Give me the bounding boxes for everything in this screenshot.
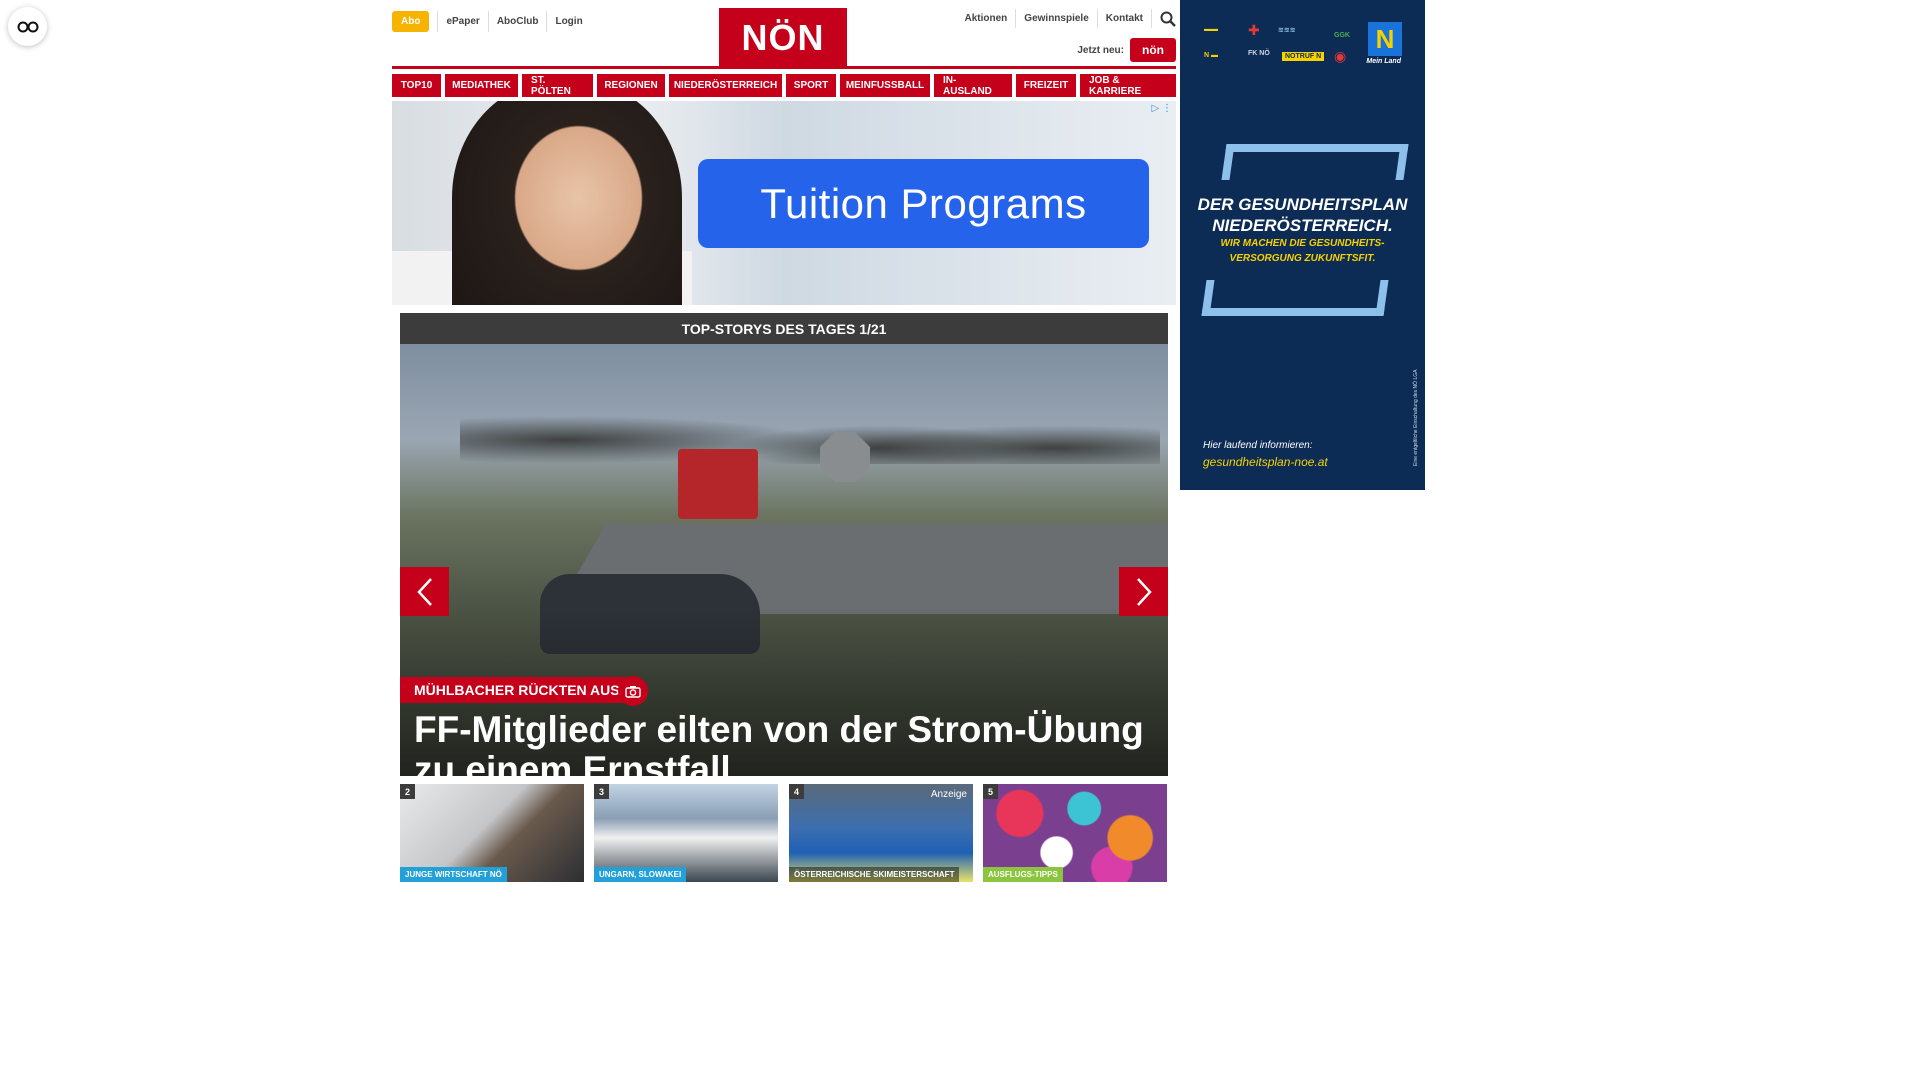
jetzt-neu: Jetzt neu: nön — [1077, 38, 1176, 62]
side-ad-subline-line1: WIR MACHEN DIE GESUNDHEITS- — [1220, 238, 1385, 249]
thumbnail-story-4[interactable]: 4 Anzeige ÖSTERREICHISCHE SKIMEISTERSCHA… — [789, 784, 973, 882]
camera-icon — [625, 685, 641, 698]
thumbnail-tag: JUNGE WIRTSCHAFT NÖ — [400, 867, 507, 882]
red-cross-icon: ✚ — [1248, 22, 1260, 38]
jetzt-neu-label: Jetzt neu: — [1077, 44, 1124, 56]
gewinnspiele-link[interactable]: Gewinnspiele — [1016, 9, 1098, 28]
side-ad-disclaimer: Eine entgeltliche Einschaltung des NÖ LG… — [1413, 369, 1419, 466]
anzeige-label: Anzeige — [930, 789, 967, 800]
gallery-button[interactable] — [618, 676, 648, 706]
thumbnail-tag: AUSFLUGS-TIPPS — [983, 867, 1063, 882]
top-stories-slider: TOP-STORYS DES TAGES 1/21 MÜHLBACHER RÜC… — [400, 313, 1168, 776]
thumbnail-tag: ÖSTERREICHISCHE SKIMEISTERSCHAFT — [789, 867, 960, 882]
adchoices-icon[interactable]: ▷ ⋮ — [1152, 103, 1172, 114]
nav-item-st-poelten[interactable]: ST. PÖLTEN — [522, 74, 593, 97]
nav-item-regionen[interactable]: REGIONEN — [597, 74, 665, 97]
right-nav: Aktionen Gewinnspiele Kontakt — [957, 9, 1176, 28]
side-ad-subline: WIR MACHEN DIE GESUNDHEITS- VERSORGUNG Z… — [1180, 236, 1425, 266]
notruf-logo: NOTRUF N — [1282, 52, 1325, 61]
thumbnail-story-3[interactable]: 3 UNGARN, SLOWAKEI — [594, 784, 778, 882]
site-logo[interactable]: NÖN — [719, 8, 847, 68]
abo-button[interactable]: Abo — [392, 11, 430, 32]
accessibility-glasses-icon — [17, 21, 38, 32]
side-ad-headline: DER GESUNDHEITSPLAN NIEDERÖSTERREICH. — [1180, 194, 1425, 236]
nav-item-freizeit[interactable]: FREIZEIT — [1016, 74, 1076, 97]
ad-person-image — [452, 101, 682, 305]
story-kicker[interactable]: MÜHLBACHER RÜCKTEN AUS — [400, 677, 634, 703]
story-thumbnails: 2 JUNGE WIRTSCHAFT NÖ 3 UNGARN, SLOWAKEI… — [400, 784, 1168, 882]
nav-item-meinfussball[interactable]: MEINFUSSBALL — [840, 74, 930, 97]
header-divider — [392, 66, 1176, 69]
accessibility-button[interactable] — [8, 7, 47, 46]
frame-decoration-bottom — [1201, 280, 1389, 316]
mini-noen-logo[interactable]: nön — [1130, 38, 1176, 62]
story-headline[interactable]: FF-Mitglieder eilten von der Strom-Übung… — [414, 710, 1154, 777]
kontakt-link[interactable]: Kontakt — [1098, 9, 1152, 28]
fk-noe-logo: FK NÖ — [1248, 50, 1270, 57]
photo-stop-sign — [820, 432, 870, 482]
chevron-right-icon — [1136, 577, 1152, 606]
nav-item-job-karriere[interactable]: JOB & KARRIERE — [1080, 74, 1176, 97]
top-story-image[interactable]: MÜHLBACHER RÜCKTEN AUS FF-Mitglieder eil… — [400, 344, 1168, 776]
slider-next-button[interactable] — [1119, 567, 1168, 616]
frame-decoration-top — [1221, 144, 1409, 180]
thumbnail-number: 3 — [594, 784, 609, 799]
nav-item-in-ausland[interactable]: IN-AUSLAND — [934, 74, 1012, 97]
search-button[interactable] — [1152, 11, 1176, 27]
thumbnail-number: 5 — [983, 784, 998, 799]
thumbnail-number: 4 — [789, 784, 804, 799]
thumbnail-number: 2 — [400, 784, 415, 799]
login-link[interactable]: Login — [546, 11, 590, 32]
slider-prev-button[interactable] — [400, 567, 449, 616]
partner-logo-5: N ▬ — [1204, 52, 1218, 59]
ad-cta-button[interactable]: Tuition Programs — [698, 159, 1149, 248]
noe-n-logo-icon: N — [1368, 22, 1402, 56]
nav-item-top10[interactable]: TOP10 — [392, 74, 441, 97]
aboclub-link[interactable]: AboClub — [487, 11, 547, 32]
top-nav: Abo ePaper AboClub Login — [392, 11, 591, 32]
partner-logo-3: ≋≋≋ — [1278, 27, 1296, 34]
search-icon — [1160, 11, 1176, 27]
thumbnail-story-2[interactable]: 2 JUNGE WIRTSCHAFT NÖ — [400, 784, 584, 882]
side-ad-headline-line2: NIEDERÖSTERREICH. — [1212, 216, 1393, 235]
epaper-link[interactable]: ePaper — [437, 11, 487, 32]
partner-logo-1: ▬▬ — [1204, 26, 1218, 33]
aktionen-link[interactable]: Aktionen — [957, 9, 1017, 28]
nav-item-sport[interactable]: SPORT — [786, 74, 836, 97]
side-ad[interactable]: ▬▬ ✚ ≋≋≋ GGK N ▬ FK NÖ NOTRUF N ◉ N Mein… — [1180, 0, 1425, 490]
thumbnail-story-5[interactable]: 5 AUSFLUGS-TIPPS — [983, 784, 1167, 882]
thumbnail-tag: UNGARN, SLOWAKEI — [594, 867, 687, 882]
nav-item-mediathek[interactable]: MEDIATHEK — [445, 74, 518, 97]
side-ad-url[interactable]: gesundheitsplan-noe.at — [1203, 455, 1328, 469]
side-ad-subline-line2: VERSORGUNG ZUKUNFTSFIT. — [1229, 253, 1376, 264]
top-stories-title: TOP-STORYS DES TAGES 1/21 — [400, 313, 1168, 344]
photo-fire-truck — [678, 449, 758, 519]
mein-land-label: Mein Land — [1366, 58, 1401, 65]
side-ad-info: Hier laufend informieren: — [1203, 440, 1313, 451]
lifebuoy-icon: ◉ — [1334, 48, 1347, 64]
ad-banner[interactable]: Tuition Programs ▷ ⋮ — [392, 101, 1176, 305]
photo-trees — [460, 384, 1160, 464]
nav-item-niederoesterreich[interactable]: NIEDERÖSTERREICH — [669, 74, 782, 97]
side-ad-headline-line1: DER GESUNDHEITSPLAN — [1197, 195, 1408, 214]
ggk-logo: GGK — [1334, 32, 1350, 39]
main-nav: TOP10 MEDIATHEK ST. PÖLTEN REGIONEN NIED… — [392, 74, 1176, 97]
chevron-left-icon — [416, 577, 432, 606]
site-header: Abo ePaper AboClub Login NÖN Aktionen Ge… — [392, 0, 1176, 72]
